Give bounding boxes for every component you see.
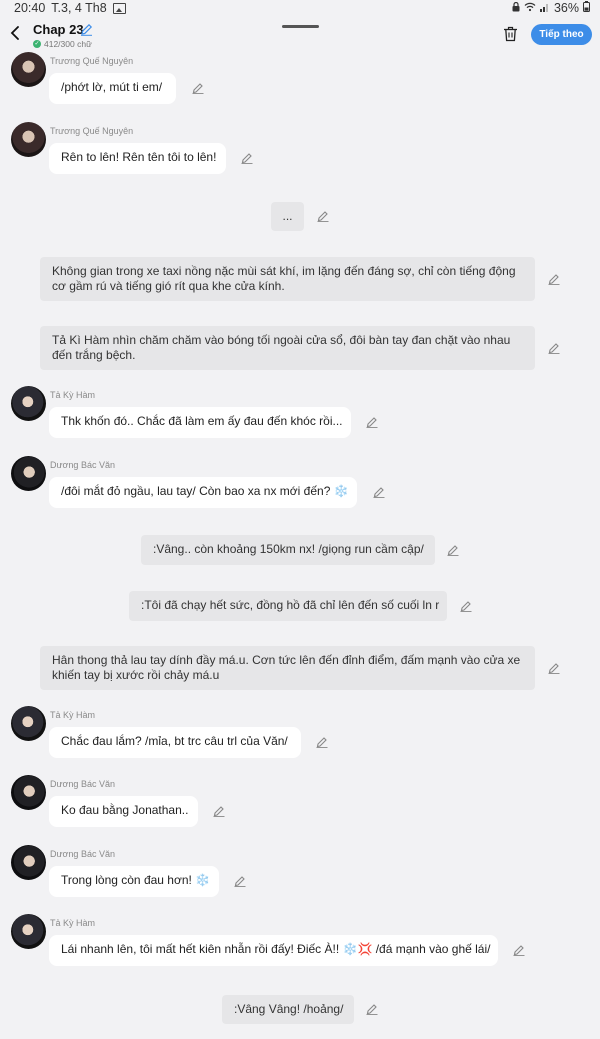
edit-pencil-icon[interactable] xyxy=(548,273,560,285)
edit-pencil-icon[interactable] xyxy=(317,210,329,222)
status-date: T.3, 4 Th8 xyxy=(51,1,107,15)
battery-icon xyxy=(583,1,590,15)
narration-block[interactable]: Tả Kì Hàm nhìn chăm chăm vào bóng tối ng… xyxy=(40,326,535,370)
edit-pencil-icon[interactable] xyxy=(460,600,472,612)
edit-pencil-icon[interactable] xyxy=(241,152,253,164)
app-header: Chap 23 ✓ 412/300 chữ Tiếp theo xyxy=(0,18,600,52)
avatar[interactable] xyxy=(11,706,46,741)
edit-pencil-icon[interactable] xyxy=(373,486,385,498)
message-bubble[interactable]: /đôi mắt đỏ ngầu, lau tay/ Còn bao xa nx… xyxy=(49,477,357,508)
sender-name: Tả Kỳ Hàm xyxy=(50,390,96,400)
sender-name: Tả Kỳ Hàm xyxy=(50,710,96,720)
narration-block[interactable]: :Tôi đã chạy hết sức, đồng hồ đã chỉ lên… xyxy=(129,591,447,621)
status-bar: 20:40 T.3, 4 Th8 36% xyxy=(0,0,600,18)
next-button[interactable]: Tiếp theo xyxy=(531,24,592,45)
lock-icon xyxy=(512,1,520,15)
avatar[interactable] xyxy=(11,914,46,949)
edit-pencil-icon[interactable] xyxy=(366,416,378,428)
edit-pencil-icon[interactable] xyxy=(366,1003,378,1015)
avatar[interactable] xyxy=(11,122,46,157)
chapter-title[interactable]: Chap 23 xyxy=(33,22,84,37)
avatar[interactable] xyxy=(11,845,46,880)
message-bubble[interactable]: Rên to lên! Rên tên tôi to lên! xyxy=(49,143,226,174)
wifi-icon xyxy=(524,1,536,15)
sender-name: Dương Bác Văn xyxy=(50,779,115,789)
drag-handle[interactable] xyxy=(282,25,319,28)
message-bubble[interactable]: /phớt lờ, mút ti em/ xyxy=(49,73,176,104)
sender-name: Trương Quế Nguyên xyxy=(50,126,134,136)
avatar[interactable] xyxy=(11,52,46,87)
status-time: 20:40 xyxy=(14,1,46,15)
back-arrow-icon[interactable] xyxy=(10,26,22,40)
narration-block[interactable]: Hân thong thả lau tay dính đầy má.u. Cơn… xyxy=(40,646,535,690)
edit-pencil-icon[interactable] xyxy=(316,736,328,748)
signal-icon xyxy=(539,1,550,15)
edit-pencil-icon[interactable] xyxy=(513,944,525,956)
gallery-notification-icon xyxy=(112,2,126,14)
sender-name: Dương Bác Văn xyxy=(50,460,115,470)
edit-pencil-icon[interactable] xyxy=(192,82,204,94)
avatar[interactable] xyxy=(11,456,46,491)
narration-block[interactable]: Không gian trong xe taxi nồng nặc mùi sá… xyxy=(40,257,535,301)
avatar[interactable] xyxy=(11,775,46,810)
edit-pencil-icon[interactable] xyxy=(548,342,560,354)
trash-icon[interactable] xyxy=(503,26,518,47)
message-bubble[interactable]: Chắc đau lắm? /mỉa, bt trc câu trl của V… xyxy=(49,727,301,758)
sender-name: Tả Kỳ Hàm xyxy=(50,918,96,928)
message-bubble[interactable]: Thk khốn đó.. Chắc đã làm em ấy đau đến … xyxy=(49,407,351,438)
sender-name: Trương Quế Nguyên xyxy=(50,56,134,66)
check-icon: ✓ xyxy=(33,40,41,48)
edit-pencil-icon[interactable] xyxy=(548,662,560,674)
message-bubble[interactable]: Trong lòng còn đau hơn! ❄️ xyxy=(49,866,219,897)
narration-block[interactable]: :Vâng.. còn khoảng 150km nx! /giọng run … xyxy=(141,535,435,565)
narration-block[interactable]: :Vâng Vâng! /hoảng/ xyxy=(222,995,354,1024)
word-count-label: 412/300 chữ xyxy=(44,39,92,49)
message-bubble[interactable]: Ko đau bằng Jonathan.. xyxy=(49,796,198,827)
sender-name: Dương Bác Văn xyxy=(50,849,115,859)
edit-pencil-icon[interactable] xyxy=(213,805,225,817)
battery-percent: 36% xyxy=(553,1,579,15)
avatar[interactable] xyxy=(11,386,46,421)
edit-pencil-icon[interactable] xyxy=(447,544,459,556)
word-count: ✓ 412/300 chữ xyxy=(33,39,92,49)
message-bubble[interactable]: Lái nhanh lên, tôi mất hết kiên nhẫn rồi… xyxy=(49,935,498,966)
narration-block[interactable]: ... xyxy=(271,202,304,231)
edit-pencil-icon[interactable] xyxy=(234,875,246,887)
